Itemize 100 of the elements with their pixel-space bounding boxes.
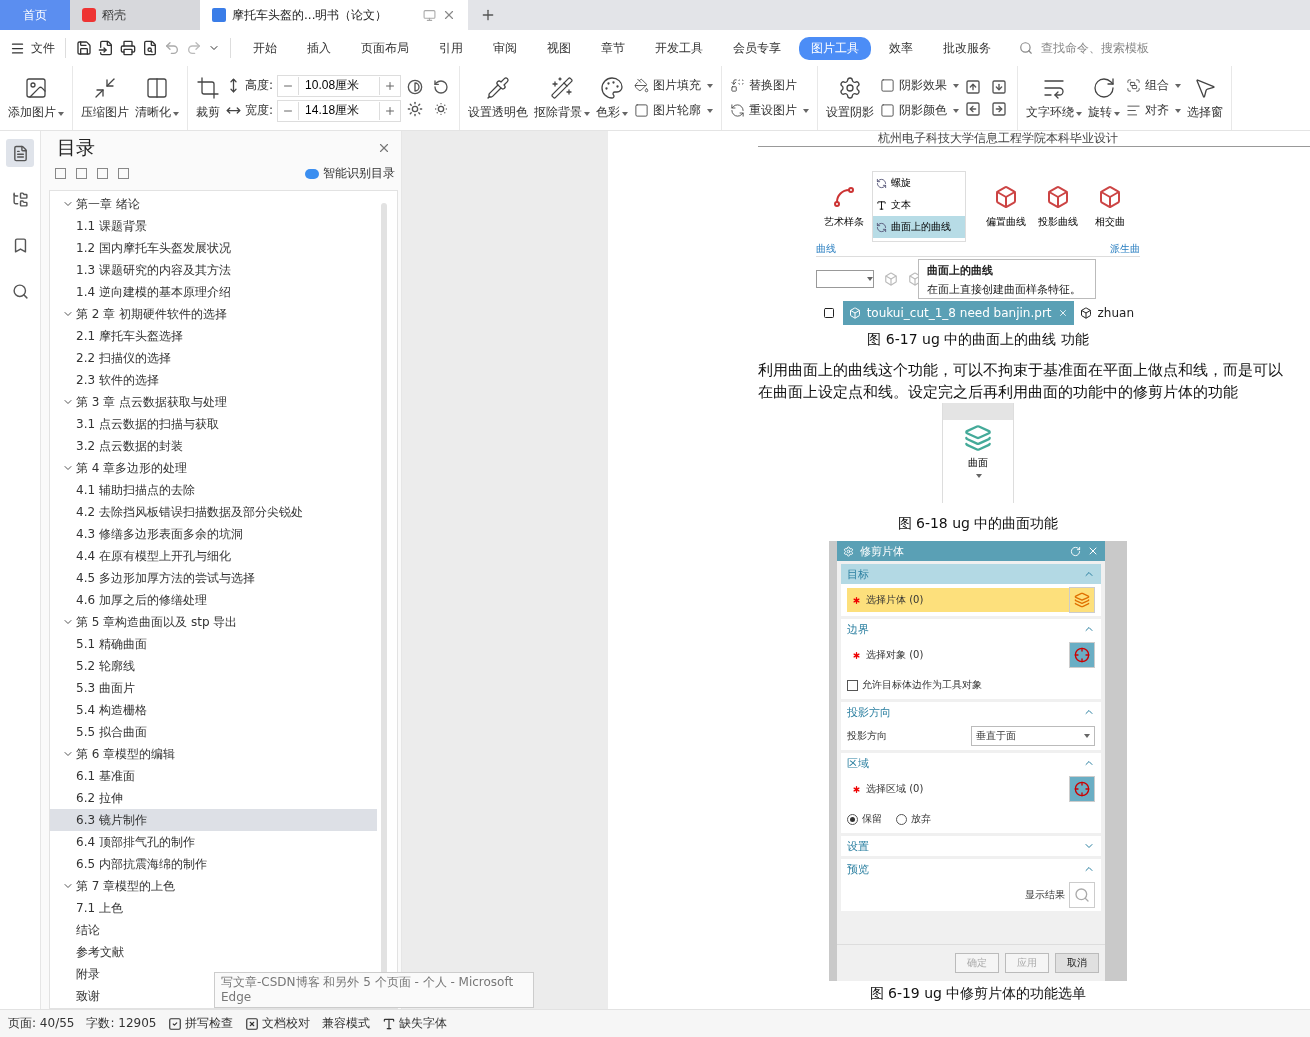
number-spinner[interactable]: 14.18厘米 xyxy=(277,99,402,122)
toc-item[interactable]: 第 7 章模型的上色 xyxy=(50,875,377,897)
toc-item[interactable]: 6.5 内部抗震海绵的制作 xyxy=(50,853,377,875)
menu-tab[interactable]: 引用 xyxy=(427,36,475,60)
toc-item[interactable]: 7.1 上色 xyxy=(50,897,377,919)
close-icon[interactable] xyxy=(1087,545,1099,557)
menu-tab[interactable]: 审阅 xyxy=(481,36,529,60)
ribbon-button[interactable]: 文字环绕 xyxy=(1026,75,1083,121)
toc-item[interactable]: 2.3 软件的选择 xyxy=(50,369,377,391)
print-icon[interactable] xyxy=(120,40,136,56)
toc-item[interactable]: 第一章 绪论 xyxy=(50,193,377,215)
command-item[interactable]: 文本 xyxy=(873,194,965,216)
app-tab[interactable]: 摩托车头盔的...明书（论文） xyxy=(200,0,468,30)
toc-item[interactable]: 5.4 构造栅格 xyxy=(50,699,377,721)
checkbox[interactable] xyxy=(847,679,858,691)
toc-item[interactable]: 5.1 精确曲面 xyxy=(50,633,377,655)
toc-item[interactable]: 2.2 扫描仪的选择 xyxy=(50,347,377,369)
ribbon-button[interactable]: 阴影颜色 xyxy=(880,99,960,122)
menu-tab[interactable]: 开发工具 xyxy=(643,36,715,60)
expand-icon[interactable] xyxy=(76,168,87,179)
crosshair-icon[interactable] xyxy=(1069,776,1095,802)
arrow-square-icon[interactable] xyxy=(991,101,1008,117)
arrow-square-icon[interactable] xyxy=(965,79,982,95)
status-item[interactable]: 缺失字体 xyxy=(382,1015,448,1032)
toc-item[interactable]: 5.3 曲面片 xyxy=(50,677,377,699)
toc-item[interactable]: 6.1 基准面 xyxy=(50,765,377,787)
ribbon-button[interactable]: 替换图片 xyxy=(730,74,810,97)
add-icon[interactable] xyxy=(97,168,108,179)
size-field[interactable]: 14.18厘米 xyxy=(298,101,381,120)
size-field[interactable]: 10.08厘米 xyxy=(298,76,381,95)
menu-tab[interactable]: 会员专享 xyxy=(721,36,793,60)
redo-icon[interactable] xyxy=(186,40,202,56)
ribbon-button[interactable]: 添加图片 xyxy=(8,75,64,121)
ribbon-button[interactable]: 设置阴影 xyxy=(826,75,875,121)
ribbon-button[interactable]: 裁剪 xyxy=(196,75,220,121)
ribbon-button[interactable]: 选择窗 xyxy=(1187,75,1224,121)
toc-item[interactable]: 3.1 点云数据的扫描与获取 xyxy=(50,413,377,435)
toc-item[interactable]: 4.1 辅助扫描点的去除 xyxy=(50,479,377,501)
close-icon[interactable] xyxy=(442,8,456,22)
toc-item[interactable]: 第 3 章 点云数据获取与处理 xyxy=(50,391,377,413)
menu-icon[interactable] xyxy=(10,40,25,56)
selection-row[interactable]: 选择对象 (0) xyxy=(847,643,1069,667)
crosshair-icon[interactable] xyxy=(1069,642,1095,668)
toc-item[interactable]: 第 2 章 初期硬件软件的选择 xyxy=(50,303,377,325)
ribbon-button[interactable]: 阴影效果 xyxy=(880,74,960,97)
toc-item[interactable]: 4.5 多边形加厚方法的尝试与选择 xyxy=(50,567,377,589)
toc-item[interactable]: 4.2 去除挡风板错误扫描数据及部分尖锐处 xyxy=(50,501,377,523)
new-tab-icon[interactable] xyxy=(480,7,496,23)
dropdown[interactable]: 垂直于面 xyxy=(971,726,1095,746)
section-header[interactable]: 设置 xyxy=(841,836,1101,856)
selection-row[interactable]: 选择片体 (0) xyxy=(847,588,1069,612)
menu-tab[interactable]: 批改服务 xyxy=(931,36,1003,60)
ribbon-button[interactable]: 图片轮廓 xyxy=(634,99,714,122)
toc-item[interactable]: 3.2 点云数据的封装 xyxy=(50,435,377,457)
dialog-button[interactable]: 取消 xyxy=(1055,953,1099,973)
ribbon-button[interactable]: 设置透明色 xyxy=(468,75,529,121)
sun-icon[interactable] xyxy=(433,101,450,117)
smart-toc-button[interactable]: 智能识别目录 xyxy=(305,165,395,182)
toc-item[interactable]: 1.4 逆向建模的基本原理介绍 xyxy=(50,281,377,303)
toc-item[interactable]: 4.4 在原有模型上开孔与细化 xyxy=(50,545,377,567)
toc-item[interactable]: 1.1 课题背景 xyxy=(50,215,377,237)
undo-icon[interactable] xyxy=(164,40,180,56)
close-icon[interactable] xyxy=(377,141,391,155)
menu-tab[interactable]: 章节 xyxy=(589,36,637,60)
rotate-icon[interactable] xyxy=(433,79,450,95)
toc-item[interactable]: 4.3 修缮多边形表面多余的坑洞 xyxy=(50,523,377,545)
toc-item[interactable]: 参考文献 xyxy=(50,941,377,963)
save-icon[interactable] xyxy=(76,40,92,56)
toc-item[interactable]: 第 6 章模型的编辑 xyxy=(50,743,377,765)
collapse-icon[interactable] xyxy=(55,168,66,179)
toc-item[interactable]: 结论 xyxy=(50,919,377,941)
ribbon-button[interactable]: 图片填充 xyxy=(634,74,714,97)
menu-tab[interactable]: 插入 xyxy=(295,36,343,60)
window-icon[interactable] xyxy=(823,307,836,319)
toc-icon[interactable] xyxy=(6,139,34,167)
status-item[interactable]: 文档校对 xyxy=(245,1015,311,1032)
menu-tab[interactable]: 效率 xyxy=(877,36,925,60)
export-icon[interactable] xyxy=(98,40,114,56)
preview-icon[interactable] xyxy=(142,40,158,56)
toc-item[interactable]: 6.3 镜片制作 xyxy=(50,809,377,831)
reset-icon[interactable] xyxy=(1070,545,1081,557)
menu-tab[interactable]: 开始 xyxy=(241,36,289,60)
close-icon[interactable] xyxy=(1057,308,1068,318)
ribbon-button[interactable]: 压缩图片 xyxy=(81,75,129,121)
ribbon-button[interactable]: 清晰化 xyxy=(135,75,179,121)
dropdown[interactable] xyxy=(816,270,874,289)
toc-item[interactable]: 5.2 轮廓线 xyxy=(50,655,377,677)
monitor-icon[interactable] xyxy=(423,8,436,22)
ribbon-button[interactable]: 色彩 xyxy=(596,75,629,121)
ribbon-button[interactable]: 组合 xyxy=(1126,74,1182,97)
toc-item[interactable]: 2.1 摩托车头盔选择 xyxy=(50,325,377,347)
status-item[interactable]: 拼写检查 xyxy=(168,1015,234,1032)
arrow-square-icon[interactable] xyxy=(991,79,1008,95)
file-menu[interactable]: 文件 xyxy=(31,39,55,57)
section-header[interactable]: 边界 xyxy=(841,619,1101,639)
toc-item[interactable]: 1.2 国内摩托车头盔发展状况 xyxy=(50,237,377,259)
selection-row[interactable]: 选择区域 (0) xyxy=(847,777,1069,801)
ribbon-button[interactable]: 对齐 xyxy=(1126,99,1182,122)
sun-icon[interactable] xyxy=(407,101,424,117)
toc-item[interactable]: 第 4 章多边形的处理 xyxy=(50,457,377,479)
